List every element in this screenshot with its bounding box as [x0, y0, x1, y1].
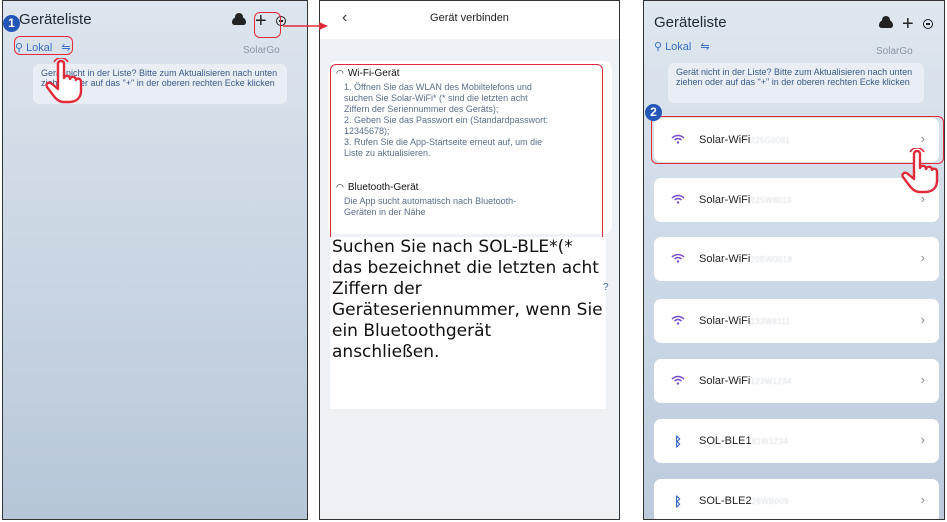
- step-badge-1: 1: [3, 15, 20, 32]
- device-serial: 81W1234: [751, 436, 788, 446]
- highlight-instructions: [330, 64, 603, 257]
- device-serial: 20BW0018: [750, 254, 793, 264]
- bluetooth-search-hint: Suchen Sie nach SOL-BLE*(* das bezeichne…: [330, 237, 606, 409]
- switch-icon[interactable]: ⇋: [700, 40, 709, 53]
- cloud-icon[interactable]: [879, 16, 893, 28]
- device-name: Solar-WiFi: [699, 253, 751, 265]
- highlight-add-button: [254, 12, 281, 38]
- device-name: SOL-BLE1: [699, 435, 752, 447]
- page-title: Gerät verbinden: [430, 12, 509, 24]
- hand-pointer-icon: [901, 148, 939, 194]
- device-serial: 233W8111: [750, 316, 791, 326]
- arrow-right-icon: [283, 22, 328, 30]
- cloud-icon[interactable]: [232, 13, 246, 25]
- device-serial: 123W1234: [750, 376, 792, 386]
- location-label: Lokal: [665, 40, 692, 53]
- device-item-3[interactable]: Solar-WiFi 20BW0018 ›: [654, 237, 939, 281]
- chevron-right-icon: ›: [920, 250, 925, 265]
- step-badge-2: 2: [645, 104, 662, 121]
- chevron-right-icon: ›: [920, 312, 925, 327]
- device-name: Solar-WiFi: [699, 375, 751, 387]
- chevron-right-icon: ›: [920, 432, 925, 447]
- bluetooth-icon: ᛒ: [674, 433, 682, 449]
- device-name: Solar-WiFi: [699, 315, 751, 327]
- chevron-right-icon: ›: [920, 492, 925, 507]
- top-bar: ‹ Gerät verbinden: [320, 1, 619, 39]
- device-serial: 26WB009: [751, 496, 789, 506]
- header-actions: +: [879, 14, 933, 34]
- menu-icon[interactable]: [922, 19, 933, 29]
- wifi-icon: [669, 315, 687, 328]
- page-title: Geräteliste: [19, 11, 92, 28]
- pin-icon: ⚲: [654, 41, 663, 53]
- device-name: Solar-WiFi: [699, 194, 751, 206]
- device-name: SOL-BLE2: [699, 495, 752, 507]
- hand-pointer-icon: [45, 58, 83, 104]
- hint-note: Gerät nicht in der Liste? Bitte zum Aktu…: [668, 63, 924, 103]
- help-link[interactable]: ?: [603, 282, 609, 293]
- device-item-5[interactable]: Solar-WiFi 123W1234 ›: [654, 359, 939, 403]
- bluetooth-icon: ᛒ: [674, 493, 682, 509]
- wifi-icon: [669, 253, 687, 266]
- device-item-6[interactable]: ᛒ SOL-BLE1 81W1234 ›: [654, 419, 939, 463]
- brand-label: SolarGo: [876, 46, 913, 57]
- wifi-icon: [669, 375, 687, 388]
- page-title: Geräteliste: [654, 14, 727, 31]
- chevron-right-icon: ›: [920, 372, 925, 387]
- device-item-2[interactable]: Solar-WiFi 225W8013 ›: [654, 178, 939, 222]
- location-selector[interactable]: ⚲ Lokal ⇋: [654, 40, 710, 54]
- screen-device-list-2: Geräteliste + ⚲ Lokal ⇋ SolarGo Gerät ni…: [643, 0, 945, 520]
- brand-label: SolarGo: [243, 45, 280, 56]
- add-device-button[interactable]: +: [902, 14, 914, 34]
- wifi-icon: [669, 194, 687, 207]
- device-item-7[interactable]: ᛒ SOL-BLE2 26WB009 ›: [654, 479, 939, 519]
- highlight-location: [14, 36, 73, 55]
- device-serial: 225W8013: [750, 195, 792, 205]
- device-item-4[interactable]: Solar-WiFi 233W8111 ›: [654, 299, 939, 343]
